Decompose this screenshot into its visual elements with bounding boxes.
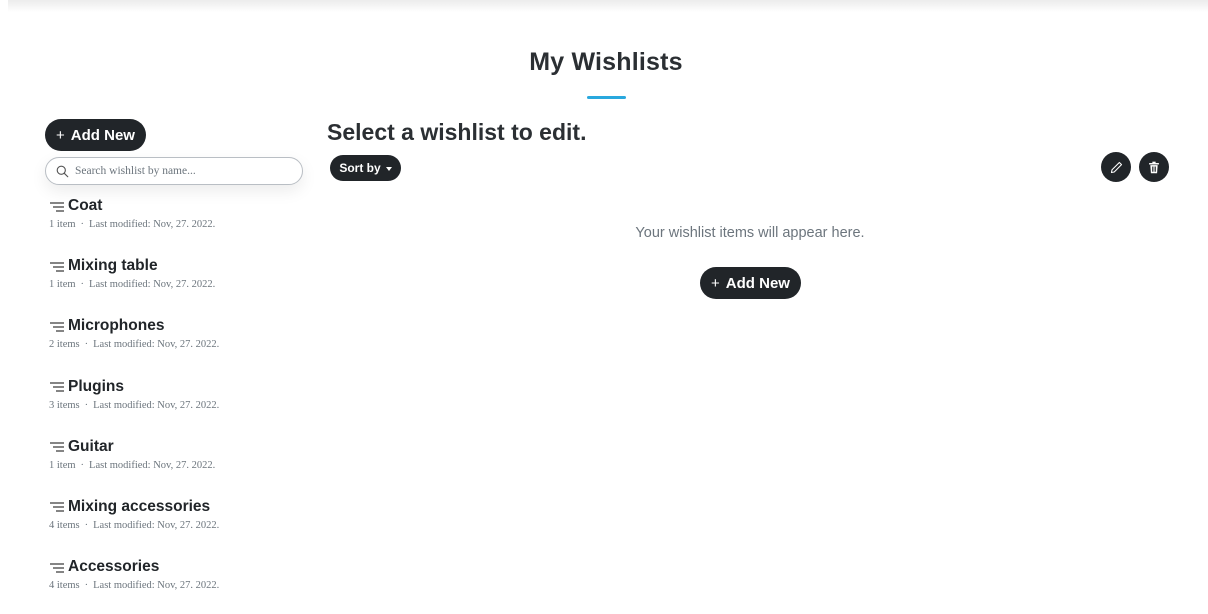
list-icon: [50, 382, 64, 392]
wishlist-item-count: 4 items: [49, 580, 80, 592]
wishlist-item-count: 1 item: [49, 219, 76, 230]
wishlist-name: Mixing table: [68, 257, 158, 275]
list-icon: [50, 563, 64, 573]
search-wishlist-box[interactable]: [45, 157, 303, 185]
list-icon: [50, 262, 64, 272]
add-new-label: Add New: [725, 274, 790, 292]
wishlist-item[interactable]: Accessories 4 items · Last modified: Nov, …: [49, 554, 310, 614]
wishlist-item[interactable]: Coat 1 item · Last modified: Nov, 27. 2022…: [49, 193, 310, 253]
edit-wishlist-button[interactable]: [1101, 152, 1131, 182]
trash-icon: [1149, 161, 1159, 173]
wishlist-item-count: 3 items: [49, 399, 80, 411]
sort-by-label: Sort by: [339, 161, 381, 175]
wishlist-item-count: 4 items: [49, 519, 80, 531]
wishlist-meta: 2 items · Last modified: Nov, 27. 2022.: [49, 339, 310, 350]
wishlist-meta: 1 item · Last modified: Nov, 27. 2022.: [49, 279, 310, 290]
wishlist-item[interactable]: Mixing accessories 4 items · Last modified…: [49, 494, 310, 554]
wishlist-item[interactable]: Microphones 2 items · Last modified: Nov, …: [49, 313, 310, 373]
wishlist-item[interactable]: Mixing table 1 item · Last modified: Nov, …: [49, 253, 310, 313]
wishlist-last-modified: Last modified: Nov, 27. 2022.: [93, 519, 220, 531]
list-icon: [50, 502, 64, 513]
add-new-label: Add New: [70, 126, 135, 144]
wishlist-meta: 4 items · Last modified: Nov, 27. 2022.: [49, 580, 310, 591]
wishlist-item[interactable]: Plugins 3 items · Last modified: Nov, 27. …: [49, 374, 310, 434]
list-icon: [50, 442, 64, 452]
wishlist-item-count: 1 item: [49, 279, 76, 291]
delete-wishlist-button[interactable]: [1139, 152, 1169, 182]
meta-separator: ·: [84, 399, 89, 411]
meta-separator: ·: [84, 339, 89, 351]
search-icon: [56, 165, 69, 177]
wishlist-last-modified: Last modified: Nov, 27. 2022.: [89, 459, 216, 471]
empty-state-message: Your wishlist items will appear here.: [635, 225, 865, 241]
wishlist-name: Coat: [68, 197, 103, 214]
wishlist-name: Plugins: [68, 377, 124, 395]
meta-separator: ·: [80, 279, 85, 291]
plus-icon: +: [56, 126, 65, 144]
main-heading: Select a wishlist to edit.: [327, 119, 587, 145]
top-bar-shadow: [8, 0, 1208, 12]
wishlist-last-modified: Last modified: Nov, 27. 2022.: [89, 219, 216, 230]
wishlist-meta: 3 items · Last modified: Nov, 27. 2022.: [49, 400, 310, 411]
wishlist-item-count: 2 items: [49, 339, 80, 351]
wishlist-name: Guitar: [68, 437, 114, 455]
pencil-icon: [1110, 161, 1122, 173]
wishlist-item-count: 1 item: [49, 459, 76, 471]
meta-separator: ·: [80, 219, 85, 230]
caret-down-icon: [385, 166, 392, 171]
wishlist-meta: 1 item · Last modified: Nov, 27. 2022.: [49, 460, 310, 471]
meta-separator: ·: [84, 580, 89, 592]
wishlist-name: Accessories: [68, 558, 160, 576]
wishlist-list: Coat 1 item · Last modified: Nov, 27. 2022…: [49, 193, 310, 614]
wishlist-name: Microphones: [68, 317, 165, 335]
sort-by-dropdown[interactable]: Sort by: [330, 155, 401, 181]
add-new-wishlist-button[interactable]: + Add New: [45, 119, 146, 151]
search-wishlist-input[interactable]: [75, 165, 295, 177]
meta-separator: ·: [80, 459, 85, 471]
add-new-item-button[interactable]: + Add New: [700, 267, 801, 299]
meta-separator: ·: [84, 519, 89, 531]
wishlist-name: Mixing accessories: [68, 497, 211, 515]
wishlist-last-modified: Last modified: Nov, 27. 2022.: [93, 399, 220, 411]
wishlist-item[interactable]: Guitar 1 item · Last modified: Nov, 27. 20…: [49, 434, 310, 494]
wishlist-meta: 1 item · Last modified: Nov, 27. 2022.: [49, 219, 310, 230]
wishlist-last-modified: Last modified: Nov, 27. 2022.: [93, 339, 220, 351]
wishlist-last-modified: Last modified: Nov, 27. 2022.: [93, 580, 220, 592]
wishlist-last-modified: Last modified: Nov, 27. 2022.: [89, 279, 216, 291]
list-icon: [50, 322, 64, 332]
page-title: My Wishlists: [529, 48, 683, 76]
wishlist-meta: 4 items · Last modified: Nov, 27. 2022.: [49, 520, 310, 531]
title-underline: [587, 96, 626, 99]
list-icon: [50, 201, 64, 212]
plus-icon: +: [711, 274, 720, 292]
